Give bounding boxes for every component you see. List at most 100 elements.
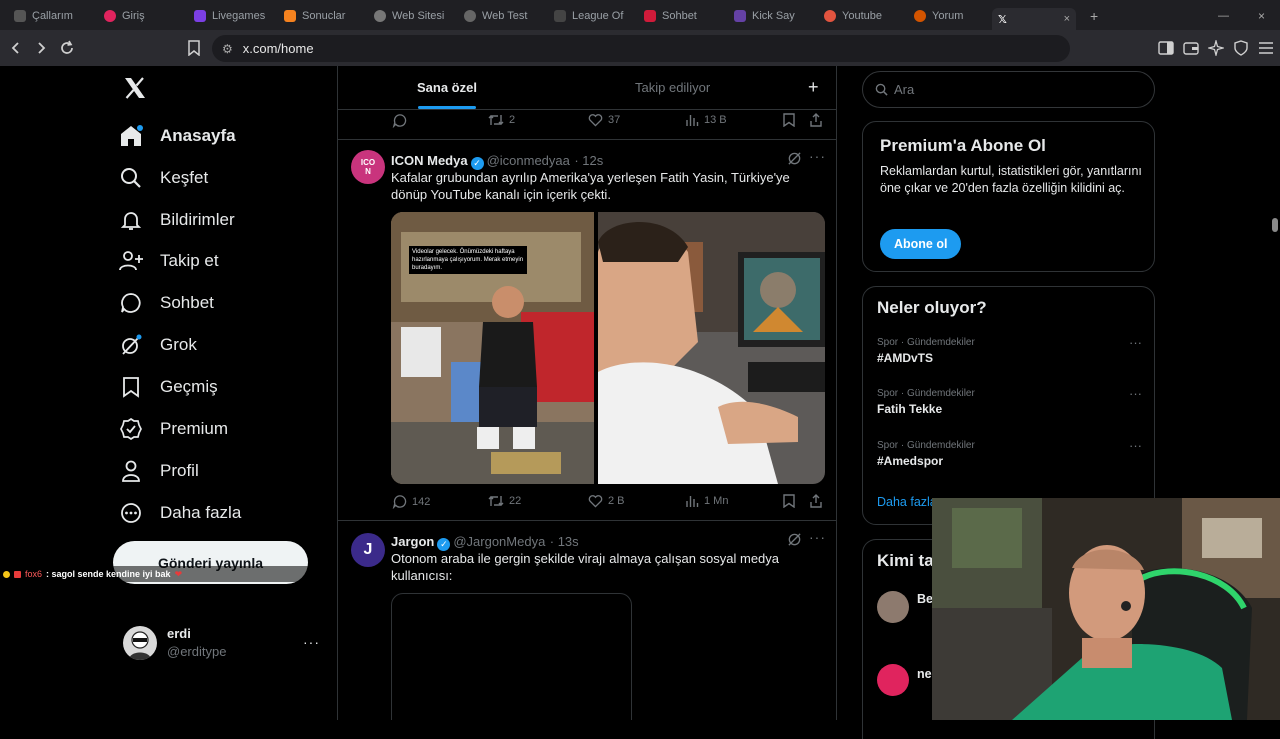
views-button[interactable]: 1 Mn bbox=[685, 494, 728, 508]
x-logo-icon[interactable] bbox=[122, 75, 150, 103]
trend-more-icon[interactable]: ··· bbox=[1129, 335, 1142, 350]
bookmark-button[interactable] bbox=[783, 113, 795, 127]
nav-item-profile[interactable]: Profil bbox=[118, 453, 199, 489]
tweet-more-icon[interactable]: ··· bbox=[809, 529, 826, 545]
tweet-avatar[interactable]: ICON bbox=[351, 150, 385, 184]
tweet-video[interactable] bbox=[391, 593, 632, 720]
trend-item[interactable]: Spor · Gündemdekiler #AMDvTS ··· bbox=[877, 335, 1142, 365]
forward-button[interactable] bbox=[31, 38, 51, 58]
browser-tab[interactable]: Giriş bbox=[104, 6, 182, 26]
bookmark-page-button[interactable] bbox=[184, 38, 204, 58]
browser-tab[interactable]: Web Test bbox=[464, 6, 544, 26]
timeline: Sana özel Takip ediliyor + 2 37 13 B ICO bbox=[337, 66, 837, 720]
trend-item[interactable]: Spor · Gündemdekiler #Amedspor ··· bbox=[877, 438, 1142, 468]
wallet-button[interactable] bbox=[1181, 38, 1201, 58]
address-bar[interactable]: ⚙ x.com/home bbox=[212, 35, 1070, 62]
tweet-author-name[interactable]: Jargon bbox=[391, 534, 434, 549]
browser-tab[interactable]: Kick Say bbox=[734, 6, 814, 26]
leo-ai-button[interactable] bbox=[1206, 38, 1226, 58]
suggestion-name[interactable]: ne bbox=[917, 667, 932, 681]
timeline-tabs: Sana özel Takip ediliyor + bbox=[338, 66, 836, 110]
browser-tab[interactable]: Youtube bbox=[824, 6, 904, 26]
browser-tab[interactable]: Çallarım bbox=[14, 6, 94, 26]
avatar[interactable] bbox=[123, 626, 157, 660]
nav-item-more[interactable]: Daha fazla bbox=[118, 495, 241, 531]
browser-tab[interactable]: Livegames bbox=[194, 6, 274, 26]
show-more-link[interactable]: Daha fazla bbox=[877, 495, 937, 509]
vpn-button[interactable] bbox=[1231, 38, 1251, 58]
suggestion-name[interactable]: Be bbox=[917, 592, 933, 606]
menu-button[interactable] bbox=[1256, 38, 1276, 58]
retweet-button[interactable]: 2 bbox=[488, 113, 515, 127]
nav-item-notifications[interactable]: Bildirimler bbox=[118, 202, 235, 238]
browser-tab[interactable]: Web Sitesi bbox=[374, 6, 454, 26]
share-button[interactable] bbox=[809, 113, 823, 127]
nav-label: Premium bbox=[160, 419, 229, 438]
tweet-time[interactable]: · 13s bbox=[550, 534, 579, 549]
bookmark-button[interactable] bbox=[783, 494, 795, 508]
browser-tab[interactable]: Sonuclar bbox=[284, 6, 364, 26]
tab-following[interactable]: Takip ediliyor bbox=[635, 80, 710, 95]
browser-tab[interactable]: League Of bbox=[554, 6, 634, 26]
tweet-avatar[interactable]: J bbox=[351, 533, 385, 567]
avatar[interactable] bbox=[877, 664, 909, 696]
nav-item-premium[interactable]: Premium bbox=[118, 411, 228, 447]
nav-label: Bildirimler bbox=[160, 210, 235, 229]
share-button[interactable] bbox=[809, 494, 823, 508]
nav-item-follow[interactable]: Takip et bbox=[118, 243, 219, 279]
search-input[interactable]: Ara bbox=[862, 71, 1155, 108]
nav-item-explore[interactable]: Keşfet bbox=[118, 160, 208, 196]
trends-title: Neler oluyor? bbox=[877, 298, 987, 317]
like-button[interactable]: 37 bbox=[588, 113, 620, 127]
tab-label: Giriş bbox=[122, 10, 145, 22]
browser-tab-active[interactable]: 𝕏 × bbox=[992, 8, 1076, 30]
back-button[interactable] bbox=[6, 38, 26, 58]
tab-label: Kick Say bbox=[752, 10, 795, 22]
grok-analyze-icon[interactable] bbox=[787, 151, 802, 171]
reload-button[interactable] bbox=[57, 38, 77, 58]
account-menu-icon[interactable]: ··· bbox=[303, 634, 320, 650]
subscribe-button[interactable]: Abone ol bbox=[880, 229, 962, 259]
nav-item-home[interactable]: Anasayfa bbox=[118, 118, 236, 154]
tweet-author-name[interactable]: ICON Medya bbox=[391, 153, 468, 168]
trend-item[interactable]: Spor · Gündemdekiler Fatih Tekke ··· bbox=[877, 386, 1142, 416]
close-icon[interactable]: × bbox=[1064, 13, 1070, 25]
trend-more-icon[interactable]: ··· bbox=[1129, 438, 1142, 453]
nav-item-chat[interactable]: Sohbet bbox=[118, 285, 214, 321]
retweet-button[interactable]: 22 bbox=[488, 494, 521, 508]
premium-text: Reklamlardan kurtul, istatistikleri gör,… bbox=[880, 164, 1142, 195]
window-close-button[interactable]: × bbox=[1258, 6, 1272, 26]
reply-button[interactable]: 142 bbox=[392, 494, 430, 509]
nav-item-grok[interactable]: Grok bbox=[118, 327, 197, 363]
new-tab-button[interactable]: + bbox=[1090, 6, 1104, 26]
tweet-time[interactable]: · 12s bbox=[574, 153, 603, 168]
like-button[interactable]: 2 B bbox=[588, 494, 625, 508]
tab-for-you[interactable]: Sana özel bbox=[417, 80, 477, 95]
nav-label: Geçmiş bbox=[160, 377, 218, 396]
nav-item-bookmarks[interactable]: Geçmiş bbox=[118, 369, 218, 405]
browser-tab[interactable]: Sohbet bbox=[644, 6, 724, 26]
avatar[interactable] bbox=[877, 591, 909, 623]
sidebar-icon bbox=[1158, 41, 1174, 55]
scrollbar-thumb[interactable] bbox=[1272, 218, 1278, 232]
more-circle-icon bbox=[118, 500, 144, 526]
minimize-button[interactable]: — bbox=[1218, 6, 1232, 26]
tweet-more-icon[interactable]: ··· bbox=[809, 148, 826, 164]
views-button[interactable]: 13 B bbox=[685, 113, 727, 127]
heart-icon bbox=[588, 495, 603, 508]
tweet-image-left[interactable]: Videolar gelecek. Önümüzdeki haftaya haz… bbox=[391, 212, 594, 484]
reply-button[interactable] bbox=[392, 113, 407, 128]
site-settings-icon[interactable]: ⚙ bbox=[222, 42, 233, 56]
tweet-author-handle[interactable]: @iconmedyaa bbox=[487, 153, 570, 168]
chevron-right-icon bbox=[38, 42, 46, 54]
add-tab-icon[interactable]: + bbox=[808, 77, 819, 98]
bookmark-icon bbox=[188, 40, 200, 56]
grok-analyze-icon[interactable] bbox=[787, 532, 802, 552]
nav-label: Daha fazla bbox=[160, 503, 242, 522]
tweet-image-right[interactable] bbox=[598, 212, 825, 484]
tweet-author-handle[interactable]: @JargonMedya bbox=[453, 534, 545, 549]
browser-tab[interactable]: Yorum bbox=[914, 6, 984, 26]
tab-label: Yorum bbox=[932, 10, 964, 22]
trend-more-icon[interactable]: ··· bbox=[1129, 386, 1142, 401]
sidebar-button[interactable] bbox=[1156, 38, 1176, 58]
